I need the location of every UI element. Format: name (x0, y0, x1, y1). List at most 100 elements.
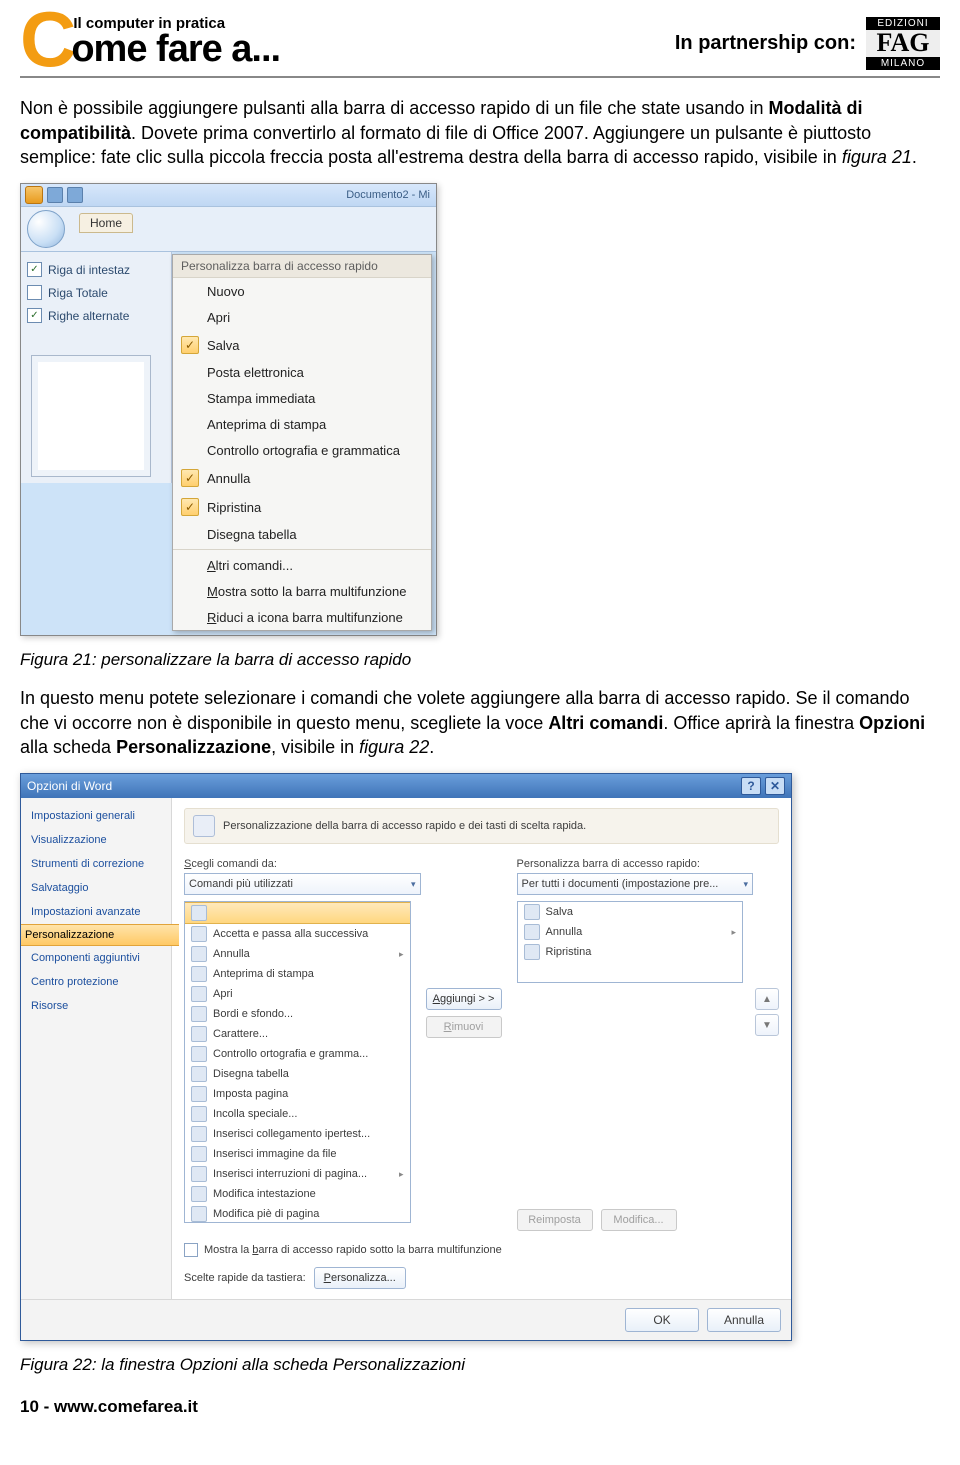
dialog-title: Opzioni di Word (27, 779, 112, 793)
options-nav-item[interactable]: Impostazioni generali (21, 804, 171, 828)
qat-titlebar: Documento2 - Mi (21, 184, 436, 206)
command-icon (191, 926, 207, 942)
document-preview (31, 355, 151, 477)
qat-menu-item[interactable]: ✓Salva (173, 330, 431, 359)
list-item[interactable]: Annulla▸ (518, 922, 743, 942)
table-option-checkbox[interactable]: ✓Riga di intestaz (25, 258, 167, 281)
options-nav-item[interactable]: Centro protezione (21, 970, 171, 994)
list-item[interactable]: Disegna tabella (185, 1064, 410, 1084)
list-item[interactable]: Modifica piè di pagina (185, 1204, 410, 1223)
caption-21: Figura 21: personalizzare la barra di ac… (20, 650, 940, 670)
qat-menu-item[interactable]: ✓Annulla (173, 463, 431, 492)
command-icon (191, 1066, 207, 1082)
reset-button[interactable]: Reimposta (517, 1209, 593, 1231)
list-item[interactable]: Apri (185, 984, 410, 1004)
qat-menu-item[interactable]: Controllo ortografia e grammatica (173, 437, 431, 463)
partner-label: In partnership con: (675, 32, 856, 55)
command-icon (191, 905, 207, 921)
options-nav-item[interactable]: Strumenti di correzione (21, 852, 171, 876)
command-icon (191, 1086, 207, 1102)
logo-letter: C (20, 8, 73, 70)
list-item[interactable]: Inserisci immagine da file (185, 1144, 410, 1164)
qat-menu-item[interactable]: Riduci a icona barra multifunzione (173, 604, 431, 630)
list-item[interactable]: Ripristina (518, 942, 743, 962)
show-below-ribbon-row[interactable]: Mostra la barra di accesso rapido sotto … (184, 1243, 779, 1257)
office-button[interactable] (27, 210, 65, 248)
command-icon (191, 1186, 207, 1202)
table-option-checkbox[interactable]: Riga Totale (25, 281, 167, 304)
help-icon[interactable]: ? (741, 777, 761, 795)
show-below-checkbox[interactable] (184, 1243, 198, 1257)
qat-menu-item[interactable]: Stampa immediata (173, 385, 431, 411)
menu-header: Personalizza barra di accesso rapido (173, 255, 431, 278)
list-item[interactable]: Salva (518, 902, 743, 922)
qat-menu-item[interactable]: Posta elettronica (173, 359, 431, 385)
qat-menu-item[interactable]: ✓Ripristina (173, 492, 431, 521)
cancel-button[interactable]: Annulla (707, 1308, 781, 1332)
customize-icon (193, 815, 215, 837)
paragraph-1: Non è possibile aggiungere pulsanti alla… (20, 96, 940, 169)
redo-icon[interactable] (67, 187, 83, 203)
command-icon (191, 1146, 207, 1162)
current-qat-list[interactable]: SalvaAnnulla▸Ripristina (517, 901, 744, 983)
options-nav-item[interactable]: Visualizzazione (21, 828, 171, 852)
list-item[interactable]: Inserisci collegamento ipertest... (185, 1124, 410, 1144)
command-icon (191, 1006, 207, 1022)
command-icon (191, 1026, 207, 1042)
commands-source-select[interactable]: Comandi più utilizzati▾ (184, 873, 421, 895)
list-item[interactable]: Modifica intestazione (185, 1184, 410, 1204)
ok-button[interactable]: OK (625, 1308, 699, 1332)
command-icon (524, 924, 540, 940)
window-title: Documento2 - Mi (346, 189, 436, 201)
command-icon (524, 944, 540, 960)
options-nav-item[interactable]: Personalizzazione (21, 924, 179, 946)
command-icon (191, 946, 207, 962)
list-item[interactable]: Controllo ortografia e gramma... (185, 1044, 410, 1064)
qat-menu-item[interactable]: Nuovo (173, 278, 431, 304)
list-item[interactable]: Incolla speciale... (185, 1104, 410, 1124)
move-down-button[interactable]: ▼ (755, 1014, 779, 1036)
qat-menu-item[interactable]: Disegna tabella (173, 521, 431, 547)
dialog-titlebar: Opzioni di Word ? ✕ (21, 774, 791, 798)
qat-menu-item[interactable]: Apri (173, 304, 431, 330)
list-item[interactable]: Bordi e sfondo... (185, 1004, 410, 1024)
partner-block: In partnership con: EDIZIONI FAG MILANO (675, 17, 940, 70)
list-item[interactable]: Annulla▸ (185, 944, 410, 964)
list-item[interactable]: Inserisci interruzioni di pagina...▸ (185, 1164, 410, 1184)
options-nav-item[interactable]: Impostazioni avanzate (21, 900, 171, 924)
table-option-checkbox[interactable]: ✓Righe alternate (25, 304, 167, 327)
available-commands-list[interactable]: Accetta e passa alla successivaAnnulla▸A… (184, 901, 411, 1223)
save-icon[interactable] (25, 186, 43, 204)
command-icon (191, 1166, 207, 1182)
qat-menu-item[interactable]: Anteprima di stampa (173, 411, 431, 437)
figure-21: Documento2 - Mi Home ✓Riga di intestazRi… (20, 183, 437, 636)
table-options-group: ✓Riga di intestazRiga Totale✓Righe alter… (21, 252, 172, 483)
caption-22: Figura 22: la finestra Opzioni alla sche… (20, 1355, 940, 1375)
tab-home[interactable]: Home (79, 213, 133, 233)
remove-button[interactable]: Rimuovi (426, 1016, 502, 1038)
customize-shortcuts-button[interactable]: Personalizza... (314, 1267, 406, 1289)
list-item[interactable]: Carattere... (185, 1024, 410, 1044)
options-nav-item[interactable]: Risorse (21, 994, 171, 1018)
qat-menu-item[interactable]: Mostra sotto la barra multifunzione (173, 578, 431, 604)
customize-qat-label: Personalizza barra di accesso rapido: (517, 858, 744, 870)
modify-button[interactable]: Modifica... (601, 1209, 677, 1231)
list-item[interactable]: Anteprima di stampa (185, 964, 410, 984)
section-description: Personalizzazione della barra di accesso… (184, 808, 779, 844)
qat-scope-select[interactable]: Per tutti i documenti (impostazione pre.… (517, 873, 754, 895)
add-button[interactable]: Aggiungi > > (426, 988, 502, 1010)
page-header: C Il computer in pratica ome fare a... I… (20, 8, 940, 78)
choose-commands-label: Scegli comandi da: (184, 858, 411, 870)
undo-icon[interactable] (47, 187, 63, 203)
close-icon[interactable]: ✕ (765, 777, 785, 795)
options-nav-item[interactable]: Componenti aggiuntivi (21, 946, 171, 970)
command-icon (191, 1206, 207, 1222)
list-item[interactable]: Imposta pagina (185, 1084, 410, 1104)
page-footer: 10 - www.comefarea.it (20, 1397, 940, 1417)
options-nav-item[interactable]: Salvataggio (21, 876, 171, 900)
qat-menu-item[interactable]: Altri comandi... (173, 552, 431, 578)
list-item[interactable] (185, 902, 410, 924)
list-item[interactable]: Accetta e passa alla successiva (185, 924, 410, 944)
move-up-button[interactable]: ▲ (755, 988, 779, 1010)
publisher-logo: EDIZIONI FAG MILANO (866, 17, 940, 70)
